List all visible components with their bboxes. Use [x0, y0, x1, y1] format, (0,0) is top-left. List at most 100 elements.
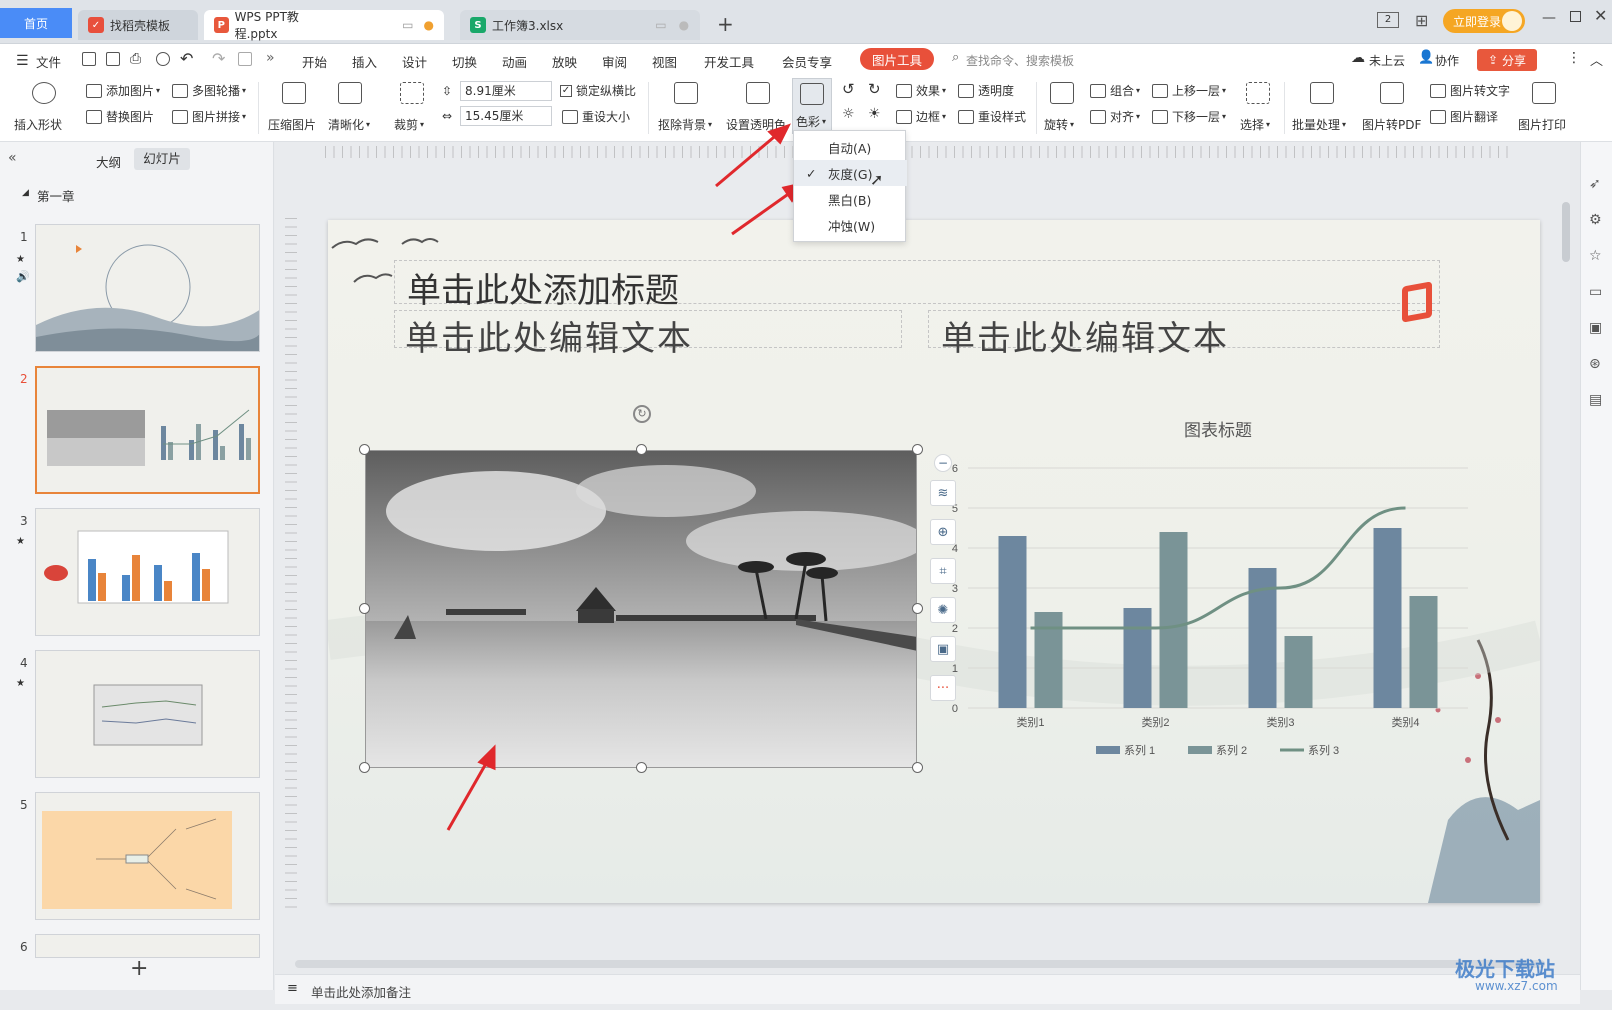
rotate-right-icon[interactable]: ↻	[868, 80, 881, 98]
settings-sliders-icon[interactable]: ⚙	[1589, 212, 1602, 228]
menu-start[interactable]: 开始	[302, 52, 327, 71]
resize-handle[interactable]	[912, 444, 923, 455]
remove-bg-button[interactable]: 抠除背景 ▾	[656, 80, 718, 136]
comment-icon[interactable]: ▭	[1589, 284, 1602, 300]
tab-slides[interactable]: 幻灯片	[134, 148, 190, 170]
color-option-auto[interactable]: 自动(A)	[794, 134, 907, 160]
new-tab-button[interactable]: +	[717, 12, 734, 36]
resize-handle[interactable]	[636, 762, 647, 773]
compress-button[interactable]: 压缩图片	[266, 80, 322, 136]
selected-picture[interactable]	[365, 450, 917, 768]
slide-thumbnail-2[interactable]	[35, 366, 260, 494]
sharpen-button[interactable]: 清晰化 ▾	[326, 80, 376, 136]
resize-handle[interactable]	[359, 444, 370, 455]
multi-carousel-button[interactable]: 多图轮播 ▾	[172, 82, 246, 99]
print-picture-button[interactable]: 图片打印	[1516, 80, 1572, 136]
rotate-button[interactable]: 旋转 ▾	[1042, 80, 1082, 136]
grid-apps-icon[interactable]: ⊞	[1415, 11, 1428, 30]
to-pdf-button[interactable]: 图片转PDF	[1360, 80, 1424, 136]
picture-side-icon[interactable]: ▣	[1589, 320, 1602, 336]
text-placeholder-left[interactable]: 单击此处编辑文本	[394, 310, 902, 359]
collapse-ribbon-icon[interactable]: ︿	[1590, 50, 1603, 69]
slide-thumbnail-6[interactable]	[35, 934, 260, 958]
crop-button[interactable]: 裁剪 ▾	[392, 80, 436, 136]
tab-docer[interactable]: ✓ 找稻壳模板	[78, 10, 198, 40]
section-collapse-icon[interactable]: ◢	[22, 188, 29, 198]
notes-input[interactable]: 单击此处添加备注	[311, 982, 411, 1001]
reset-size-button[interactable]: 重设大小	[562, 108, 630, 125]
zoom-in-icon[interactable]: ⊕	[930, 519, 956, 545]
zoom-out-icon[interactable]: −	[934, 454, 952, 472]
layers-icon[interactable]: ≋	[930, 480, 956, 506]
add-slide-button[interactable]: +	[130, 956, 148, 981]
select-button[interactable]: 选择 ▾	[1238, 80, 1278, 136]
bar-line-chart[interactable]: 图表标题 0123456 类别1 类别2 类别3 类别4 系列 1 系列 2 系列 3	[928, 406, 1528, 766]
save-icon[interactable]	[82, 52, 96, 66]
menu-animation[interactable]: 动画	[502, 52, 527, 71]
tab-outline[interactable]: 大纲	[96, 152, 121, 171]
picture-splice-button[interactable]: 图片拼接 ▾	[172, 108, 246, 125]
compass-icon[interactable]: ⊛	[1589, 356, 1601, 372]
rocket-icon[interactable]: ➶	[1589, 176, 1601, 192]
menu-design[interactable]: 设计	[402, 52, 427, 71]
more-menu-icon[interactable]: ⋮	[1567, 50, 1581, 66]
menu-transition[interactable]: 切换	[452, 52, 477, 71]
preview-icon[interactable]	[156, 52, 170, 66]
share-button[interactable]: ⇪ 分享	[1477, 49, 1537, 71]
search-input[interactable]: 查找命令、搜索模板	[966, 52, 1074, 69]
horizontal-scrollbar[interactable]	[295, 960, 1545, 968]
transparency-button[interactable]: 透明度	[958, 82, 1014, 99]
text-placeholder-right[interactable]: 单击此处编辑文本	[928, 310, 1440, 359]
tab-ppt-file[interactable]: P WPS PPT教程.pptx ▭ ●	[204, 10, 444, 41]
rotate-handle-icon[interactable]: ↻	[633, 405, 651, 423]
login-button[interactable]: 立即登录	[1443, 9, 1525, 33]
align-button[interactable]: 对齐 ▾	[1090, 108, 1140, 125]
slide-thumbnail-1[interactable]	[35, 224, 260, 352]
export-icon[interactable]	[106, 52, 120, 66]
add-picture-button[interactable]: 添加图片 ▾	[86, 82, 160, 99]
maximize-icon[interactable]	[1570, 11, 1581, 22]
batch-button[interactable]: 批量处理 ▾	[1290, 80, 1352, 136]
brightness-down-icon[interactable]: ☀	[868, 106, 881, 122]
color-option-black-white[interactable]: 黑白(B)	[794, 186, 907, 212]
color-option-grayscale[interactable]: ✓ 灰度(G) ➚	[794, 160, 907, 189]
resize-handle[interactable]	[359, 603, 370, 614]
menu-view[interactable]: 视图	[652, 52, 677, 71]
menu-slideshow[interactable]: 放映	[552, 52, 577, 71]
reset-style-button[interactable]: 重设样式	[958, 108, 1026, 125]
vertical-scrollbar[interactable]	[1562, 202, 1570, 262]
replace-picture-button[interactable]: 替换图片	[86, 108, 154, 125]
book-icon[interactable]: ▤	[1589, 392, 1602, 408]
resize-handle[interactable]	[912, 762, 923, 773]
resize-handle[interactable]	[636, 444, 647, 455]
cloud-status[interactable]: 未上云	[1369, 52, 1405, 69]
more-options-icon[interactable]: ···	[930, 675, 956, 701]
slide-thumbnail-5[interactable]	[35, 792, 260, 920]
more-chevron-icon[interactable]: »	[266, 50, 275, 66]
resize-handle[interactable]	[912, 603, 923, 614]
send-backward-button[interactable]: 下移一层 ▾	[1152, 108, 1226, 125]
lightbulb-icon[interactable]: ✺	[930, 597, 956, 623]
picture-tools-tab[interactable]: 图片工具	[860, 48, 934, 70]
rotate-left-icon[interactable]: ↺	[842, 80, 855, 98]
hamburger-icon[interactable]: ☰	[16, 53, 29, 69]
minimize-icon[interactable]: —	[1542, 10, 1556, 26]
menu-review[interactable]: 审阅	[602, 52, 627, 71]
slide-thumbnail-3[interactable]	[35, 508, 260, 636]
tab-xlsx-file[interactable]: S 工作簿3.xlsx ▭ ●	[460, 10, 700, 40]
width-input[interactable]: 15.45厘米	[460, 106, 552, 126]
height-input[interactable]: 8.91厘米	[460, 81, 552, 101]
slide-thumbnail-4[interactable]	[35, 650, 260, 778]
menu-member[interactable]: 会员专享	[782, 52, 832, 71]
picture-float-icon[interactable]: ▣	[930, 636, 956, 662]
crop-float-icon[interactable]: ⌗	[930, 558, 956, 584]
tab-home[interactable]: 首页	[0, 8, 72, 38]
collab-button[interactable]: 协作	[1435, 52, 1459, 69]
title-placeholder[interactable]: 单击此处添加标题	[394, 260, 1440, 311]
effect-button[interactable]: 效果 ▾	[896, 82, 946, 99]
translate-button[interactable]: 图片翻译	[1430, 108, 1498, 125]
star-pin-icon[interactable]: ☆	[1589, 248, 1602, 264]
format-painter-icon[interactable]	[238, 52, 252, 66]
section-title[interactable]: 第一章	[37, 186, 75, 205]
insert-shape-button[interactable]: 插入形状	[12, 80, 74, 136]
